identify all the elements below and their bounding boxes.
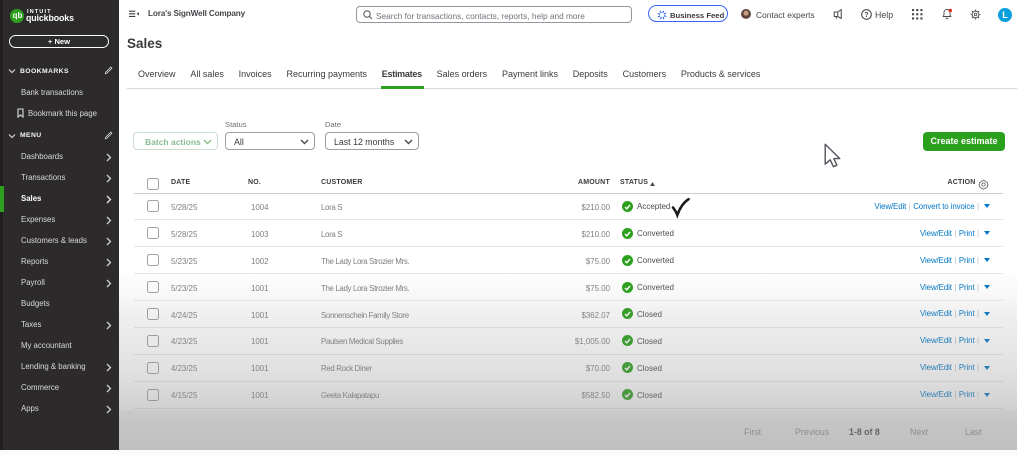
svg-text:?: ? — [864, 12, 868, 19]
